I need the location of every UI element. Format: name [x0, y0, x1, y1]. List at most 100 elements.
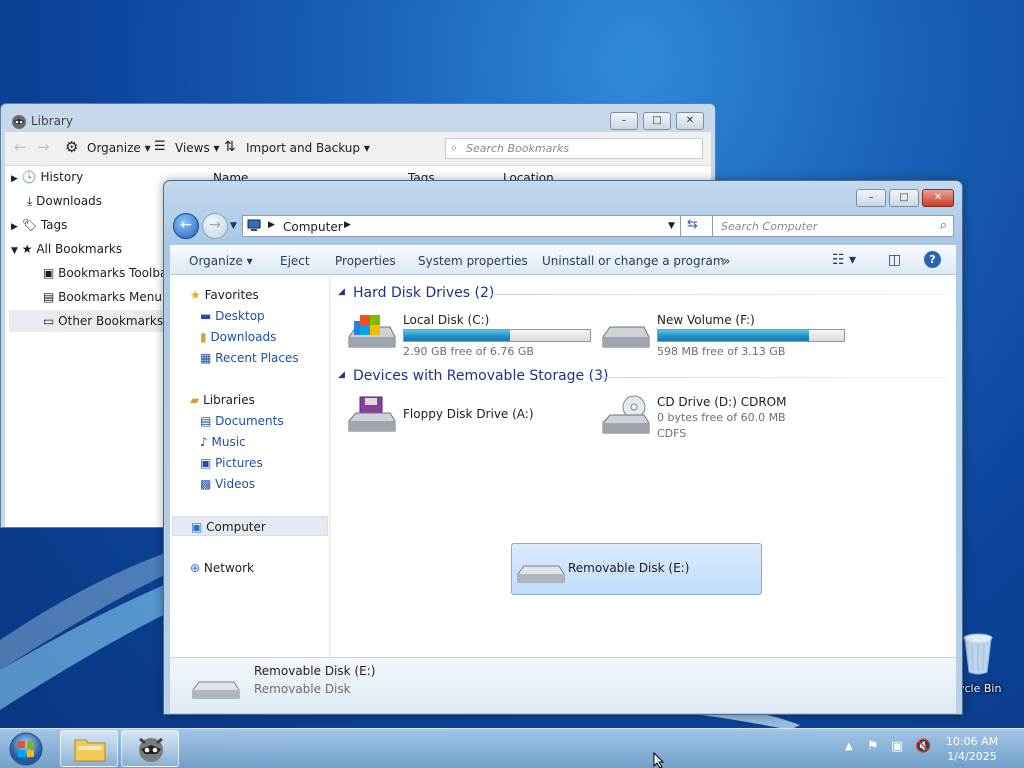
views-menu[interactable]: Views ▾ [175, 141, 220, 155]
uninstall-program-command[interactable]: Uninstall or change a program [542, 254, 725, 268]
collapse-group-icon[interactable]: ◢ [338, 287, 345, 297]
drive-cd-d[interactable]: CD Drive (D:) CDROM 0 bytes free of 60.0… [600, 395, 850, 445]
nav-recent-places[interactable]: ▦ Recent Places [200, 348, 299, 368]
removable-drive-icon [517, 565, 565, 583]
drive-filesystem: CDFS [657, 427, 687, 440]
drive-local-disk-c[interactable]: Local Disk (C:) 2.90 GB free of 6.76 GB [346, 313, 596, 363]
nav-downloads[interactable]: ▮ Downloads [200, 327, 276, 347]
tag-icon: 🏷 [21, 218, 37, 232]
nav-pictures[interactable]: ▣ Pictures [200, 453, 263, 473]
nav-videos[interactable]: ▩ Videos [200, 474, 255, 494]
address-dropdown-icon[interactable]: ▼ [668, 221, 675, 231]
explorer-maximize-button[interactable]: □ [889, 189, 919, 207]
details-type: Removable Disk [254, 682, 351, 696]
tree-item-downloads[interactable]: ⤓ Downloads [27, 190, 102, 212]
breadcrumb-chevron-icon[interactable]: ▶ [344, 220, 351, 230]
nav-label: Computer [206, 520, 266, 534]
navigation-pane: ★ Favorites ▬ Desktop ▮ Downloads ▦ Rece… [170, 275, 330, 657]
drive-free-space: 598 MB free of 3.13 GB [657, 345, 786, 358]
network-status-icon[interactable]: ▣ [891, 739, 903, 754]
back-arrow-icon[interactable]: ← [14, 138, 27, 156]
library-toolbar: ← → ⚙ Organize ▾ ☰ Views ▾ ⇅ Import and … [5, 132, 711, 166]
library-close-button[interactable]: ✕ [676, 112, 704, 130]
search-icon: ⌕ [939, 218, 947, 233]
tree-label: Bookmarks Toolba [58, 266, 168, 280]
group-divider [601, 377, 946, 378]
content-pane: ◢ Hard Disk Drives (2) Local Disk (C:) 2… [330, 275, 956, 657]
tree-item-history[interactable]: ▶ 🕓 History [11, 166, 83, 188]
help-icon[interactable]: ? [924, 251, 941, 268]
details-name: Removable Disk (E:) [254, 664, 376, 678]
library-folder-icon: ▰ [190, 393, 200, 407]
view-options-icon[interactable]: ☷ ▾ [832, 252, 856, 268]
views-list-icon: ☰ [154, 139, 166, 154]
refresh-icon[interactable]: ⇆ [680, 215, 704, 237]
taskbar-explorer-button[interactable] [60, 730, 118, 767]
recent-pages-chevron-icon[interactable]: ▼ [230, 221, 237, 231]
breadcrumb-chevron-icon[interactable]: ▶ [268, 220, 275, 230]
cd-drive-icon [602, 395, 650, 434]
nav-label: Documents [215, 414, 284, 428]
raccoon-app-icon [12, 115, 26, 129]
drive-name: New Volume (F:) [657, 313, 755, 327]
tree-item-all-bookmarks[interactable]: ▼ ★ All Bookmarks [11, 238, 122, 260]
nav-favorites[interactable]: ★ Favorites [190, 285, 259, 305]
tree-label: Downloads [36, 194, 103, 208]
raccoon-app-icon [139, 737, 163, 762]
videos-icon: ▩ [200, 477, 212, 491]
group-removable-storage[interactable]: Devices with Removable Storage (3) [353, 368, 608, 384]
tree-label: Tags [40, 218, 68, 232]
drive-usage-fill [404, 330, 511, 341]
eject-command[interactable]: Eject [280, 254, 310, 268]
star-icon: ★ [21, 242, 33, 256]
library-minimize-button[interactable]: – [610, 112, 638, 130]
back-button[interactable]: ← [173, 213, 199, 239]
forward-arrow-icon[interactable]: → [37, 138, 50, 156]
system-properties-command[interactable]: System properties [418, 254, 528, 268]
nav-computer[interactable]: ▣ Computer [172, 516, 328, 536]
nav-libraries[interactable]: ▰ Libraries [190, 390, 255, 410]
group-hard-disk-drives[interactable]: Hard Disk Drives (2) [353, 285, 494, 301]
forward-button[interactable]: → [202, 213, 228, 239]
drive-floppy-a[interactable]: Floppy Disk Drive (A:) [346, 395, 596, 445]
taskbar-raccoon-app-button[interactable] [121, 730, 179, 767]
views-label: Views [175, 141, 210, 155]
preview-pane-icon[interactable]: ◫ [888, 252, 901, 268]
properties-command[interactable]: Properties [335, 254, 396, 268]
computer-search-input[interactable]: Search Computer ⌕ [712, 215, 954, 237]
nav-desktop[interactable]: ▬ Desktop [200, 306, 265, 326]
windows-hard-drive-icon [348, 315, 396, 348]
tree-item-bookmarks-menu[interactable]: ▤ Bookmarks Menu [43, 286, 162, 308]
tree-item-tags[interactable]: ▶ 🏷 Tags [11, 214, 67, 236]
download-icon: ⤓ [27, 194, 33, 208]
nav-network[interactable]: ⊕ Network [190, 558, 254, 578]
breadcrumb-computer[interactable]: Computer [283, 220, 343, 234]
volume-muted-icon[interactable]: 🔇 [915, 739, 931, 754]
collapse-group-icon[interactable]: ◢ [338, 370, 345, 380]
tree-item-bookmarks-toolbar[interactable]: ▣ Bookmarks Toolba [43, 262, 167, 284]
organize-menu[interactable]: Organize ▾ [87, 141, 151, 155]
taskbar: ▲ ⚑ ▣ 🔇 10:06 AM 1/4/2025 [0, 728, 1024, 768]
explorer-minimize-button[interactable]: – [856, 189, 886, 207]
drive-new-volume-f[interactable]: New Volume (F:) 598 MB free of 3.13 GB [600, 313, 850, 363]
bookmarks-search-placeholder: Search Bookmarks [466, 142, 569, 155]
nav-label: Recent Places [215, 351, 299, 365]
organize-command[interactable]: Organize ▾ [189, 254, 253, 268]
nav-label: Downloads [210, 330, 277, 344]
action-center-flag-icon[interactable]: ⚑ [867, 739, 879, 754]
drive-removable-e-selected[interactable]: Removable Disk (E:) [511, 543, 762, 595]
bookmarks-search-input[interactable]: ⌕ Search Bookmarks [445, 138, 703, 159]
show-hidden-icons-icon[interactable]: ▲ [845, 741, 853, 752]
taskbar-clock[interactable]: 10:06 AM 1/4/2025 [940, 734, 1004, 764]
system-tray: ▲ ⚑ ▣ 🔇 [845, 739, 935, 759]
import-backup-menu[interactable]: Import and Backup ▾ [246, 141, 370, 155]
more-commands-button[interactable]: » [723, 254, 730, 268]
library-maximize-button[interactable]: □ [643, 112, 671, 130]
explorer-close-button[interactable]: ✕ [922, 189, 954, 207]
start-button[interactable] [4, 731, 48, 767]
drive-usage-fill [658, 330, 809, 341]
nav-music[interactable]: ♪ Music [200, 432, 246, 452]
nav-documents[interactable]: ▤ Documents [200, 411, 284, 431]
folder-icon [74, 739, 106, 762]
organize-label: Organize [87, 141, 141, 155]
